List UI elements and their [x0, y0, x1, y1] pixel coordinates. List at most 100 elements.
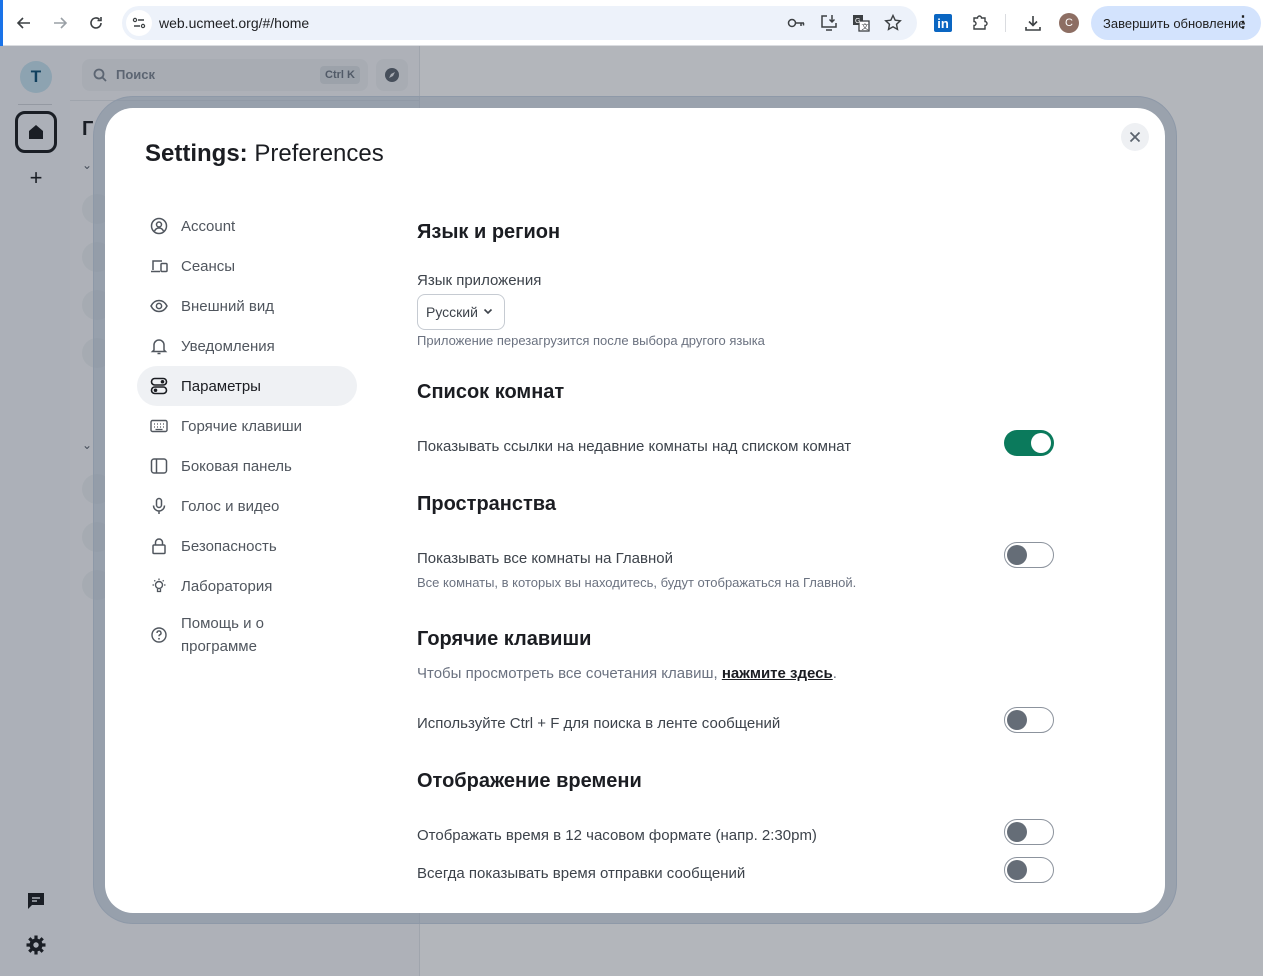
tab-label: Уведомления: [181, 337, 275, 355]
keyboard-hint: Чтобы просмотреть все сочетания клавиш, …: [417, 665, 837, 682]
finish-update-label: Завершить обновление: [1103, 15, 1246, 31]
tab-appearance[interactable]: Внешний вид: [137, 286, 357, 326]
microphone-icon: [149, 496, 169, 516]
downloads-button[interactable]: [1022, 12, 1044, 34]
dialog-title-page: Preferences: [254, 140, 384, 167]
tab-preferences[interactable]: Параметры: [137, 366, 357, 406]
translate-button[interactable]: G文: [851, 13, 871, 33]
reload-button[interactable]: [84, 11, 108, 35]
language-dropdown[interactable]: Русский: [417, 294, 505, 330]
linkedin-extension-button[interactable]: in: [934, 14, 952, 32]
setting-hint: Все комнаты, в которых вы находитесь, бу…: [417, 575, 857, 590]
toggle-always-show-timestamps[interactable]: [1004, 857, 1054, 883]
tab-label: Параметры: [181, 377, 261, 395]
kebab-menu-icon[interactable]: ⋮: [1235, 13, 1251, 33]
toggle-knob: [1007, 860, 1027, 880]
tab-voice-video[interactable]: Голос и видео: [137, 486, 357, 526]
extensions-button[interactable]: [969, 12, 991, 34]
tab-labs[interactable]: Лаборатория: [137, 566, 357, 606]
tab-notifications[interactable]: Уведомления: [137, 326, 357, 366]
keyboard-hint-suffix: .: [832, 665, 837, 682]
download-icon: [1025, 16, 1041, 31]
close-icon: [1129, 131, 1141, 143]
setting-label: Показывать ссылки на недавние комнаты на…: [417, 438, 852, 455]
toggle-12-hour-format[interactable]: [1004, 819, 1054, 845]
settings-dialog: Settings: Preferences Account Сеансы Вне…: [105, 108, 1165, 913]
setting-label: Используйте Ctrl + F для поиска в ленте …: [417, 715, 781, 732]
password-key-button[interactable]: [786, 13, 806, 33]
bookmark-button[interactable]: [883, 13, 903, 33]
url-text[interactable]: web.ucmeet.org/#/home: [159, 15, 309, 31]
tab-label: Account: [181, 217, 236, 235]
tab-security[interactable]: Безопасность: [137, 526, 357, 566]
toolbar-separator: [1005, 14, 1006, 32]
tab-label: Голос и видео: [181, 497, 280, 515]
site-info-icon: [132, 17, 146, 29]
toggle-show-all-rooms[interactable]: [1004, 542, 1054, 568]
help-circle-icon: [149, 625, 169, 645]
dialog-title-prefix: Settings:: [145, 140, 248, 167]
forward-button[interactable]: [48, 11, 72, 35]
close-button[interactable]: [1121, 123, 1149, 151]
eye-icon: [149, 296, 169, 316]
tab-sessions[interactable]: Сеансы: [137, 246, 357, 286]
reload-icon: [90, 17, 102, 29]
window-edge-accent: [0, 0, 3, 46]
toggle-knob: [1007, 545, 1027, 565]
tab-label-line1: Помощь и о: [181, 615, 264, 632]
svg-text:G: G: [855, 18, 860, 25]
back-button[interactable]: [12, 11, 36, 35]
app-language-label: Язык приложения: [417, 272, 542, 289]
tab-label: Лаборатория: [181, 577, 273, 595]
keyboard-icon: [149, 416, 169, 436]
dialog-title: Settings: Preferences: [145, 140, 384, 168]
tab-label: Помощь и о программе: [181, 612, 264, 658]
toggle-recent-rooms[interactable]: [1004, 430, 1054, 456]
tab-label: Боковая панель: [181, 457, 292, 475]
tab-label: Безопасность: [181, 537, 277, 555]
sidebar-icon: [149, 456, 169, 476]
language-selected-value: Русский: [426, 304, 478, 320]
keyboard-hint-text: Чтобы просмотреть все сочетания клавиш,: [417, 665, 722, 682]
browser-toolbar: web.ucmeet.org/#/home G文 in C Завершить …: [0, 0, 1263, 46]
chevron-down-icon: [483, 308, 493, 315]
linkedin-extension-icon: in: [937, 15, 949, 31]
svg-text:文: 文: [862, 22, 869, 31]
bell-icon: [149, 336, 169, 356]
lightbulb-icon: [149, 576, 169, 596]
install-app-button[interactable]: [819, 13, 839, 33]
section-heading-language: Язык и регион: [417, 221, 561, 243]
tab-label: Сеансы: [181, 257, 236, 275]
setting-label: Показывать все комнаты на Главной: [417, 550, 673, 567]
translate-icon: G文: [853, 15, 870, 32]
preferences-toggles-icon: [149, 376, 169, 396]
section-heading-room-list: Список комнат: [417, 381, 565, 403]
tab-label-line2: программе: [181, 638, 257, 655]
view-shortcuts-link[interactable]: нажмите здесь: [722, 665, 833, 682]
tab-account[interactable]: Account: [137, 206, 357, 246]
toggle-ctrl-f-search[interactable]: [1004, 707, 1054, 733]
finish-update-button[interactable]: Завершить обновление ⋮: [1091, 6, 1261, 40]
back-icon: [16, 17, 30, 29]
language-hint: Приложение перезагрузится после выбора д…: [417, 333, 765, 348]
address-bar[interactable]: web.ucmeet.org/#/home G文: [122, 6, 917, 40]
install-app-icon: [821, 15, 837, 31]
toggle-knob: [1007, 710, 1027, 730]
site-info-button[interactable]: [126, 10, 152, 36]
profile-avatar[interactable]: C: [1059, 13, 1079, 33]
password-key-icon: [787, 18, 805, 28]
tab-sidebar[interactable]: Боковая панель: [137, 446, 357, 486]
lock-icon: [149, 536, 169, 556]
tab-keyboard[interactable]: Горячие клавиши: [137, 406, 357, 446]
devices-icon: [149, 256, 169, 276]
toggle-knob: [1031, 433, 1051, 453]
tab-label: Горячие клавиши: [181, 417, 303, 435]
bookmark-star-icon: [884, 14, 902, 31]
section-heading-time: Отображение времени: [417, 770, 642, 792]
toggle-knob: [1007, 822, 1027, 842]
user-circle-icon: [149, 216, 169, 236]
setting-label: Отображать время в 12 часовом формате (н…: [417, 827, 817, 844]
tab-help-about[interactable]: Помощь и о программе: [137, 606, 357, 664]
section-heading-keyboard: Горячие клавиши: [417, 628, 592, 650]
forward-icon: [54, 17, 68, 29]
